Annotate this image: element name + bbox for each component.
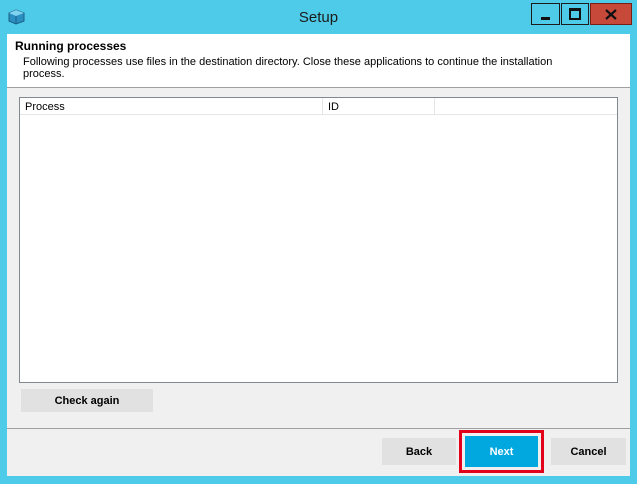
footer-divider — [7, 428, 630, 429]
title-bar[interactable]: Setup — [0, 0, 637, 34]
page-title: Running processes — [15, 39, 127, 53]
column-header-process[interactable]: Process — [20, 98, 323, 115]
setup-window: Setup Running processes Following proces… — [0, 0, 637, 484]
column-header-filler — [435, 98, 617, 115]
page-description: Following processes use files in the des… — [23, 56, 553, 80]
process-list[interactable]: Process ID — [19, 97, 618, 383]
check-again-button[interactable]: Check again — [21, 389, 153, 412]
dialog-body: Running processes Following processes us… — [7, 34, 630, 476]
cancel-button[interactable]: Cancel — [551, 438, 626, 465]
page-header: Running processes Following processes us… — [7, 34, 630, 88]
maximize-button[interactable] — [561, 3, 589, 25]
next-button[interactable]: Next — [465, 436, 538, 467]
maximize-icon — [569, 8, 581, 20]
close-icon — [605, 8, 617, 20]
back-button[interactable]: Back — [382, 438, 456, 465]
close-button[interactable] — [590, 3, 632, 25]
minimize-icon — [541, 16, 550, 20]
minimize-button[interactable] — [531, 3, 560, 25]
column-header-id[interactable]: ID — [323, 98, 435, 115]
